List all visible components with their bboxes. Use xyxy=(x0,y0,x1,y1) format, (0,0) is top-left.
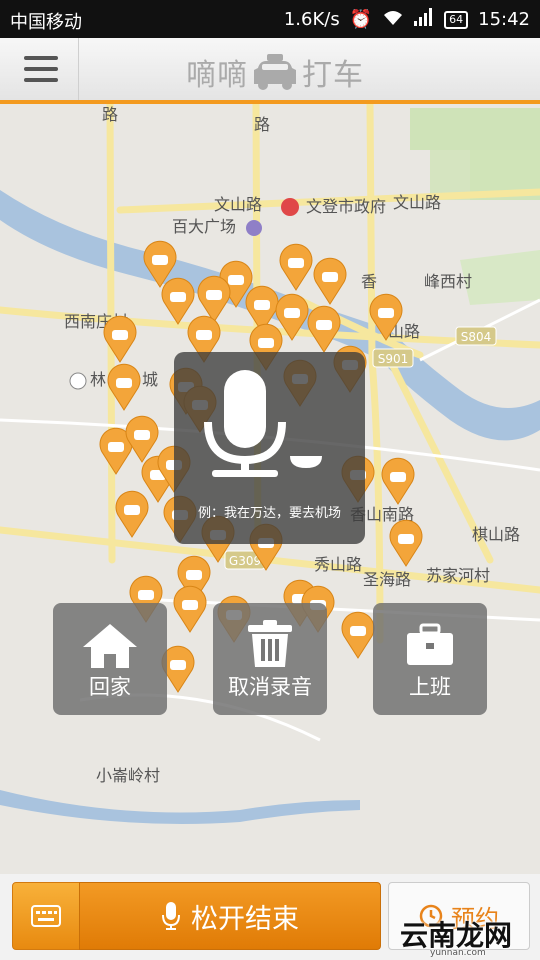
hold-to-talk-button[interactable]: 松开结束 xyxy=(79,882,381,950)
watermark: 云南龙网 yunnan.com xyxy=(400,914,512,958)
road-shield: S901 xyxy=(372,348,414,368)
menu-button[interactable] xyxy=(0,38,79,100)
home-label: 回家 xyxy=(89,675,131,699)
signal-icon xyxy=(414,8,434,31)
map-label: 路 xyxy=(254,115,270,134)
poi-icon xyxy=(69,372,87,390)
status-bar: 中国移动 1.6K/s ⏰ 64 15:42 xyxy=(0,0,540,38)
network-speed: 1.6K/s xyxy=(283,9,340,30)
trash-icon xyxy=(248,620,292,667)
wifi-icon xyxy=(382,8,404,31)
app-title: 嘀嘀 打车 xyxy=(186,50,364,94)
map-label: 小崙岭村 xyxy=(96,766,160,785)
work-label: 上班 xyxy=(409,675,451,699)
svg-text:G309: G309 xyxy=(229,554,261,568)
briefcase-icon xyxy=(407,623,453,665)
map-label: 路 xyxy=(102,105,118,124)
app-header: 嘀嘀 打车 xyxy=(0,38,540,104)
svg-text:S901: S901 xyxy=(378,352,409,366)
home-icon xyxy=(83,624,137,668)
map-label: 峰西村 xyxy=(424,272,472,291)
hold-to-talk-label: 松开结束 xyxy=(191,903,299,935)
taxi-logo-icon xyxy=(254,54,296,90)
alarm-icon: ⏰ xyxy=(349,9,373,30)
menu-icon-bar xyxy=(24,78,58,82)
government-poi-icon xyxy=(281,198,299,216)
battery-icon: 64 xyxy=(444,10,469,29)
map-label: 百大广场 xyxy=(172,217,236,236)
voice-recording-overlay: 例：我在万达，要去机场 xyxy=(174,352,365,544)
svg-text:S804: S804 xyxy=(461,330,492,344)
cancel-recording-button[interactable]: 取消录音 xyxy=(213,603,327,715)
map-label: 棋山路 xyxy=(472,525,520,544)
map-label: 圣海路 xyxy=(363,570,411,589)
watermark-sub: yunnan.com xyxy=(430,948,486,958)
microphone-icon xyxy=(204,370,322,477)
title-part2: 打车 xyxy=(302,58,364,93)
map-label: 秀山路 xyxy=(314,555,362,574)
map-label: 林 xyxy=(90,370,106,389)
map-label: 香 xyxy=(361,272,377,291)
cancel-recording-label: 取消录音 xyxy=(228,675,312,699)
map-label: 文山路 xyxy=(214,195,262,214)
map-label: 文登市政府 xyxy=(306,197,386,216)
keyboard-icon xyxy=(31,905,61,927)
map-label: 文山路 xyxy=(393,193,441,212)
mall-poi-icon xyxy=(246,220,262,236)
title-part1: 嘀嘀 xyxy=(186,58,248,93)
home-button[interactable]: 回家 xyxy=(53,603,167,715)
work-button[interactable]: 上班 xyxy=(373,603,487,715)
carrier-name: 中国移动 xyxy=(10,12,82,33)
voice-hint: 例：我在万达，要去机场 xyxy=(197,506,341,521)
microphone-small-icon xyxy=(162,902,180,930)
menu-icon xyxy=(24,56,58,60)
menu-icon-bar xyxy=(24,67,58,71)
road-shield: S804 xyxy=(455,326,497,346)
clock: 15:42 xyxy=(478,9,530,30)
map-label: 苏家河村 xyxy=(426,566,490,585)
keyboard-toggle-button[interactable] xyxy=(12,882,80,950)
map-label: 城 xyxy=(142,370,158,389)
